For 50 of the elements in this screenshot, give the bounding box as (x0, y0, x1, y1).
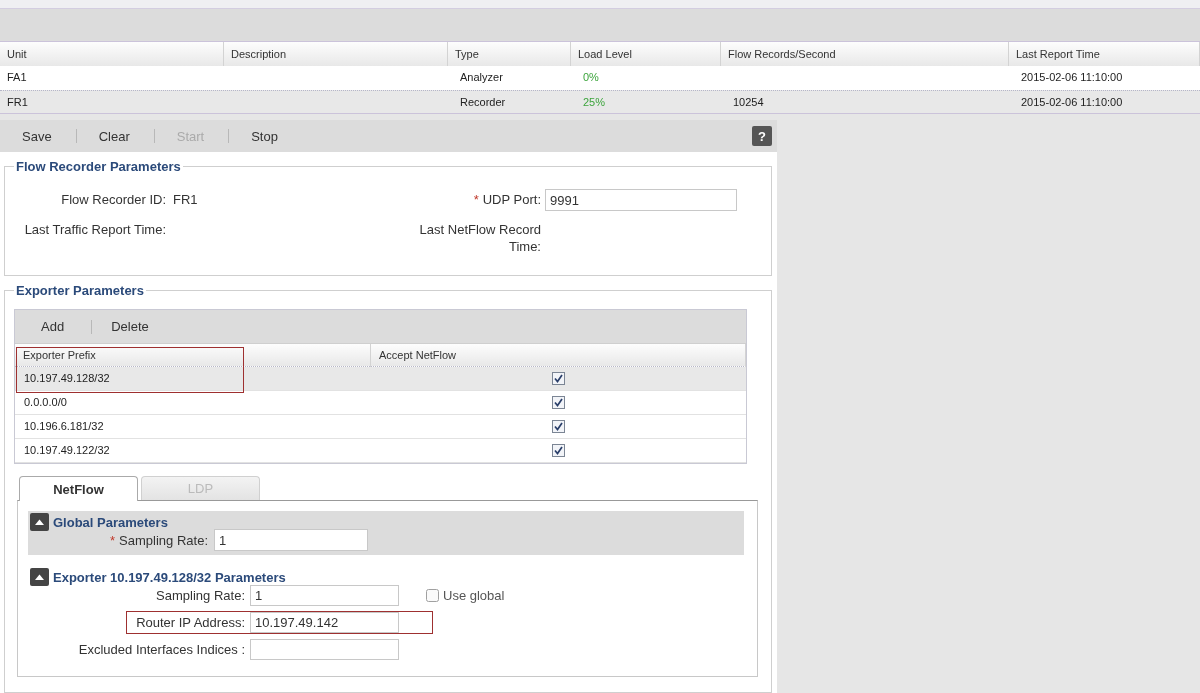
collapse-icon[interactable] (30, 513, 49, 531)
field-label: Sampling Rate: (119, 532, 208, 548)
required-mark: * (110, 532, 116, 548)
field-label: Flow Recorder ID: (61, 192, 166, 207)
input-field[interactable] (250, 639, 399, 660)
input-field[interactable]: 9991 (545, 189, 737, 211)
field-value: FR1 (173, 191, 198, 208)
checkbox[interactable] (552, 372, 565, 385)
section-heading: Global Parameters (53, 514, 168, 530)
tab[interactable]: NetFlow (19, 476, 138, 501)
checkbox[interactable] (552, 444, 565, 457)
table-cell-text: 2015-02-06 11:10:00 (1020, 95, 1124, 110)
field-label: UDP Port: (482, 192, 541, 207)
table-cell-text: 10.197.49.122/32 (23, 443, 111, 458)
field-label: Last NetFlow Record Time: (419, 222, 541, 254)
table-cell-text: 10254 (732, 95, 765, 110)
field-label: Sampling Rate: (156, 588, 245, 603)
table-cell-text: FA1 (6, 70, 28, 85)
checkbox[interactable] (426, 589, 439, 602)
table-cell-text: 25% (582, 95, 607, 110)
checkbox[interactable] (552, 396, 565, 409)
field-label: Last Traffic Report Time: (24, 222, 166, 237)
checkbox[interactable] (552, 420, 565, 433)
table-cell-text: Analyzer (459, 70, 504, 85)
toolbar-button[interactable]: Delete (111, 317, 149, 336)
section-title: Flow Recorder Parameters (15, 159, 182, 174)
table-cell-text: 0% (582, 70, 600, 85)
table-row[interactable]: FR1 Recorder 25% 10254 2015-02-06 11:10:00 (0, 90, 1200, 113)
toolbar-button[interactable]: Clear (98, 127, 130, 145)
table-row[interactable]: 10.197.49.128/32 (15, 367, 746, 391)
table-cell-text: FR1 (6, 95, 29, 110)
input-field[interactable]: 10.197.49.142 (250, 612, 399, 633)
toolbar-button[interactable]: Stop (251, 127, 278, 145)
input-field[interactable]: 1 (214, 529, 368, 551)
toolbar-button[interactable]: Save (22, 127, 52, 145)
checkbox-label[interactable]: Use global (443, 588, 505, 603)
section-heading: Exporter 10.197.49.128/32 Parameters (53, 569, 286, 585)
input-field[interactable]: 1 (250, 585, 399, 606)
collapse-icon[interactable] (30, 568, 49, 586)
field-label: Excluded Interfaces Indices : (78, 642, 245, 657)
table-cell-text: 2015-02-06 11:10:00 (1020, 70, 1124, 85)
section-title: Exporter Parameters (15, 283, 145, 298)
table-cell-text: 0.0.0.0/0 (23, 395, 68, 410)
toolbar-button[interactable]: Add (41, 317, 65, 336)
table-cell-text: 10.197.49.128/32 (23, 371, 111, 386)
table-cell-text: 10.196.6.181/32 (23, 419, 105, 434)
help-button[interactable]: ? (752, 126, 772, 146)
table-cell-text: Recorder (459, 95, 507, 110)
required-mark: * (473, 192, 479, 207)
field-label: Router IP Address: (136, 615, 245, 630)
